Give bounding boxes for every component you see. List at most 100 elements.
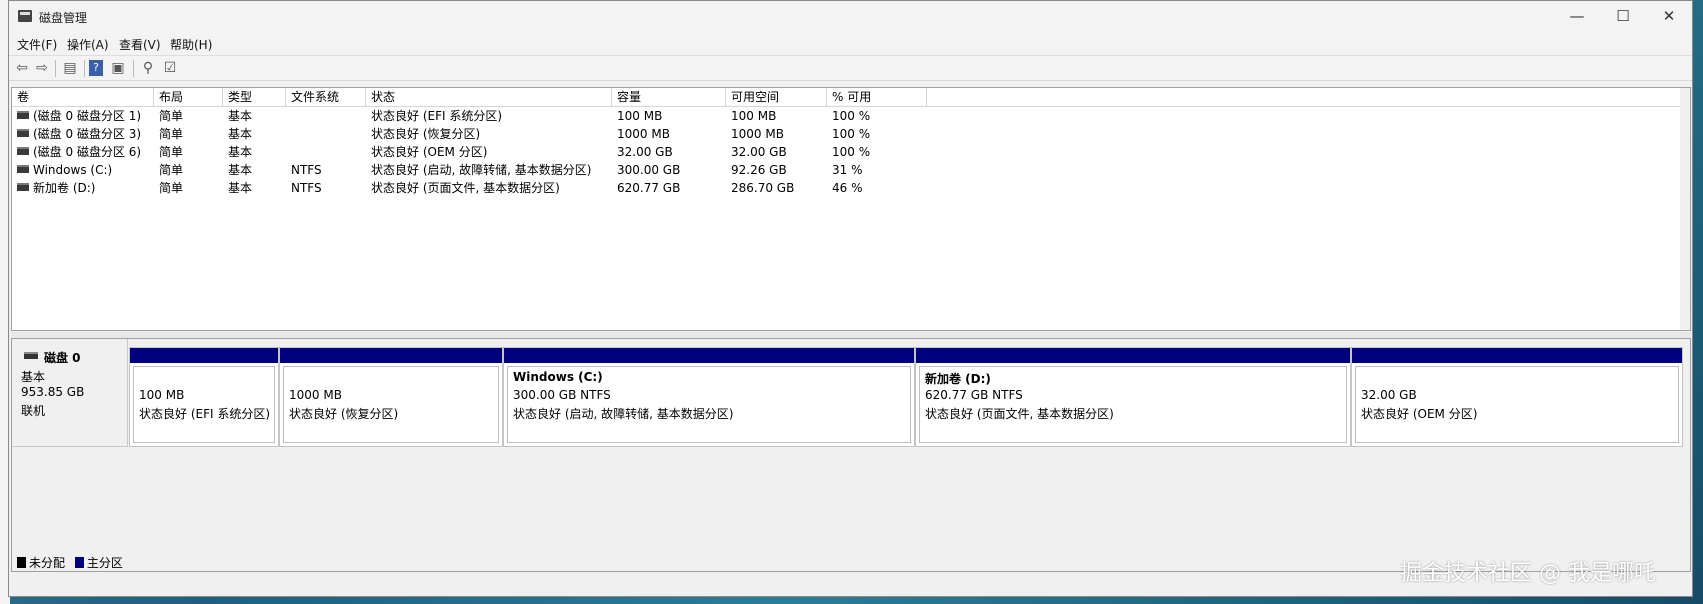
capacity-cell: 620.77 GB [617, 181, 681, 195]
volume-list: 卷 布局 类型 文件系统 状态 容量 可用空间 % 可用 (磁盘 0 磁盘分区 … [11, 87, 1691, 331]
capacity-cell: 300.00 GB [617, 163, 681, 177]
help-icon[interactable]: ? [89, 60, 103, 76]
settings-icon[interactable]: ☑ [161, 60, 179, 76]
table-row[interactable]: (磁盘 0 磁盘分区 6) 简单 基本 状态良好 (OEM 分区) 32.00 … [12, 143, 1690, 161]
layout-cell: 简单 [159, 163, 184, 177]
disk-management-app-icon [18, 10, 32, 22]
free-space-cell: 100 MB [731, 109, 777, 123]
col-capacity[interactable]: 容量 [612, 88, 726, 106]
layout-cell: 简单 [159, 109, 184, 123]
partition-map: 100 MB 状态良好 (EFI 系统分区) 1000 MB 状态良好 (恢复分… [129, 347, 1683, 447]
table-row[interactable]: (磁盘 0 磁盘分区 3) 简单 基本 状态良好 (恢复分区) 1000 MB … [12, 125, 1690, 143]
menu-action[interactable]: 操作(A) [67, 36, 109, 53]
unallocated-swatch [17, 557, 26, 568]
filesystem-cell: NTFS [291, 181, 322, 195]
back-icon[interactable]: ⇦ [13, 60, 31, 76]
percent-free-cell: 100 % [832, 109, 871, 123]
layout-cell: 简单 [159, 127, 184, 141]
forward-icon[interactable]: ⇨ [33, 60, 51, 76]
percent-free-cell: 100 % [832, 145, 871, 159]
free-space-cell: 92.26 GB [731, 163, 787, 177]
volume-icon [17, 165, 29, 173]
capacity-cell: 32.00 GB [617, 145, 673, 159]
partition-body: 1000 MB 状态良好 (恢复分区) [283, 366, 499, 443]
status-cell: 状态良好 (启动, 故障转储, 基本数据分区) [371, 163, 592, 177]
partition-new-volume-d[interactable]: 新加卷 (D:) 620.77 GB NTFS 状态良好 (页面文件, 基本数据… [915, 347, 1351, 447]
connect-icon[interactable]: ⚲ [139, 60, 157, 76]
table-row[interactable]: 新加卷 (D:) 简单 基本 NTFS 状态良好 (页面文件, 基本数据分区) … [12, 179, 1690, 197]
type-cell: 基本 [228, 127, 253, 141]
capacity-cell: 100 MB [617, 109, 663, 123]
partition-size: 100 MB [139, 388, 185, 402]
partition-status: 状态良好 (EFI 系统分区) [139, 407, 271, 421]
window-title: 磁盘管理 [39, 11, 88, 25]
menu-help[interactable]: 帮助(H) [170, 36, 212, 53]
free-space-cell: 1000 MB [731, 127, 784, 141]
watermark: 掘金技术社区 @ 我是哪吒 [1400, 561, 1656, 586]
filesystem-cell: NTFS [291, 163, 322, 177]
col-type[interactable]: 类型 [223, 88, 286, 106]
disk-graphical-view: 磁盘 0 基本 953.85 GB 联机 100 MB 状态良好 (EFI 系统… [11, 338, 1691, 572]
partition-efi[interactable]: 100 MB 状态良好 (EFI 系统分区) [129, 347, 279, 447]
primary-partition-bar [280, 348, 502, 363]
disk-icon [24, 352, 38, 359]
col-free-space[interactable]: 可用空间 [726, 88, 827, 106]
filesystem-cell [286, 125, 291, 143]
table-row[interactable]: Windows (C:) 简单 基本 NTFS 状态良好 (启动, 故障转储, … [12, 161, 1690, 179]
volume-list-header: 卷 布局 类型 文件系统 状态 容量 可用空间 % 可用 [12, 88, 1690, 107]
filesystem-cell [286, 143, 291, 161]
disk-size: 953.85 GB [21, 385, 85, 399]
col-volume[interactable]: 卷 [12, 88, 154, 106]
toolbar-separator [55, 60, 56, 77]
partition-oem[interactable]: 32.00 GB 状态良好 (OEM 分区) [1351, 347, 1683, 447]
col-filesystem[interactable]: 文件系统 [286, 88, 366, 106]
toolbar-separator [133, 60, 134, 77]
partition-size: 620.77 GB NTFS [925, 388, 1023, 402]
percent-free-cell: 100 % [832, 127, 871, 141]
minimize-button[interactable]: — [1554, 1, 1600, 31]
volume-cell: 新加卷 (D:) [12, 179, 95, 197]
menu-file[interactable]: 文件(F) [17, 36, 57, 53]
volume-icon [17, 147, 29, 155]
status-cell: 状态良好 (恢复分区) [371, 127, 481, 141]
maximize-button[interactable]: ☐ [1600, 1, 1646, 31]
volume-icon [17, 111, 29, 119]
legend-unallocated: 未分配 [29, 556, 66, 570]
disk-status: 联机 [21, 404, 46, 418]
free-space-cell: 286.70 GB [731, 181, 795, 195]
toolbar: ⇦ ⇨ ▤ ? ▣ ⚲ ☑ [9, 55, 1692, 81]
partition-body: 新加卷 (D:) 620.77 GB NTFS 状态良好 (页面文件, 基本数据… [919, 366, 1347, 443]
partition-size: 32.00 GB [1361, 388, 1417, 402]
partition-size: 1000 MB [289, 388, 342, 402]
close-button[interactable]: ✕ [1646, 1, 1692, 31]
volume-cell: (磁盘 0 磁盘分区 1) [12, 107, 141, 125]
menu-bar: 文件(F) 操作(A) 查看(V) 帮助(H) [9, 33, 1692, 55]
disk-type: 基本 [21, 370, 46, 384]
properties-icon[interactable]: ▤ [61, 60, 79, 76]
layout-cell: 简单 [159, 181, 184, 195]
partition-recovery[interactable]: 1000 MB 状态良好 (恢复分区) [279, 347, 503, 447]
layout-cell: 简单 [159, 145, 184, 159]
disk-management-window: 磁盘管理 — ☐ ✕ 文件(F) 操作(A) 查看(V) 帮助(H) ⇦ ⇨ ▤… [8, 0, 1693, 597]
table-row[interactable]: (磁盘 0 磁盘分区 1) 简单 基本 状态良好 (EFI 系统分区) 100 … [12, 107, 1690, 125]
legend-primary: 主分区 [86, 556, 123, 570]
col-layout[interactable]: 布局 [154, 88, 223, 106]
partition-windows-c[interactable]: Windows (C:) 300.00 GB NTFS 状态良好 (启动, 故障… [503, 347, 915, 447]
volume-cell: Windows (C:) [12, 161, 112, 179]
percent-free-cell: 46 % [832, 181, 863, 195]
partition-name: Windows (C:) [513, 370, 603, 384]
title-bar[interactable]: 磁盘管理 — ☐ ✕ [9, 1, 1692, 33]
volume-list-scrollbar[interactable] [1680, 88, 1690, 330]
col-percent-free[interactable]: % 可用 [827, 88, 927, 106]
free-space-cell: 32.00 GB [731, 145, 787, 159]
col-status[interactable]: 状态 [366, 88, 612, 106]
type-cell: 基本 [228, 163, 253, 177]
menu-view[interactable]: 查看(V) [119, 36, 161, 53]
console-view-icon[interactable]: ▣ [109, 60, 127, 76]
disk-name: 磁盘 0 [44, 351, 81, 365]
partition-body: 100 MB 状态良好 (EFI 系统分区) [133, 366, 275, 443]
partition-status: 状态良好 (恢复分区) [289, 407, 399, 421]
volume-icon [17, 183, 29, 191]
disk-0-label[interactable]: 磁盘 0 基本 953.85 GB 联机 [12, 339, 128, 447]
partition-status: 状态良好 (OEM 分区) [1361, 407, 1478, 421]
